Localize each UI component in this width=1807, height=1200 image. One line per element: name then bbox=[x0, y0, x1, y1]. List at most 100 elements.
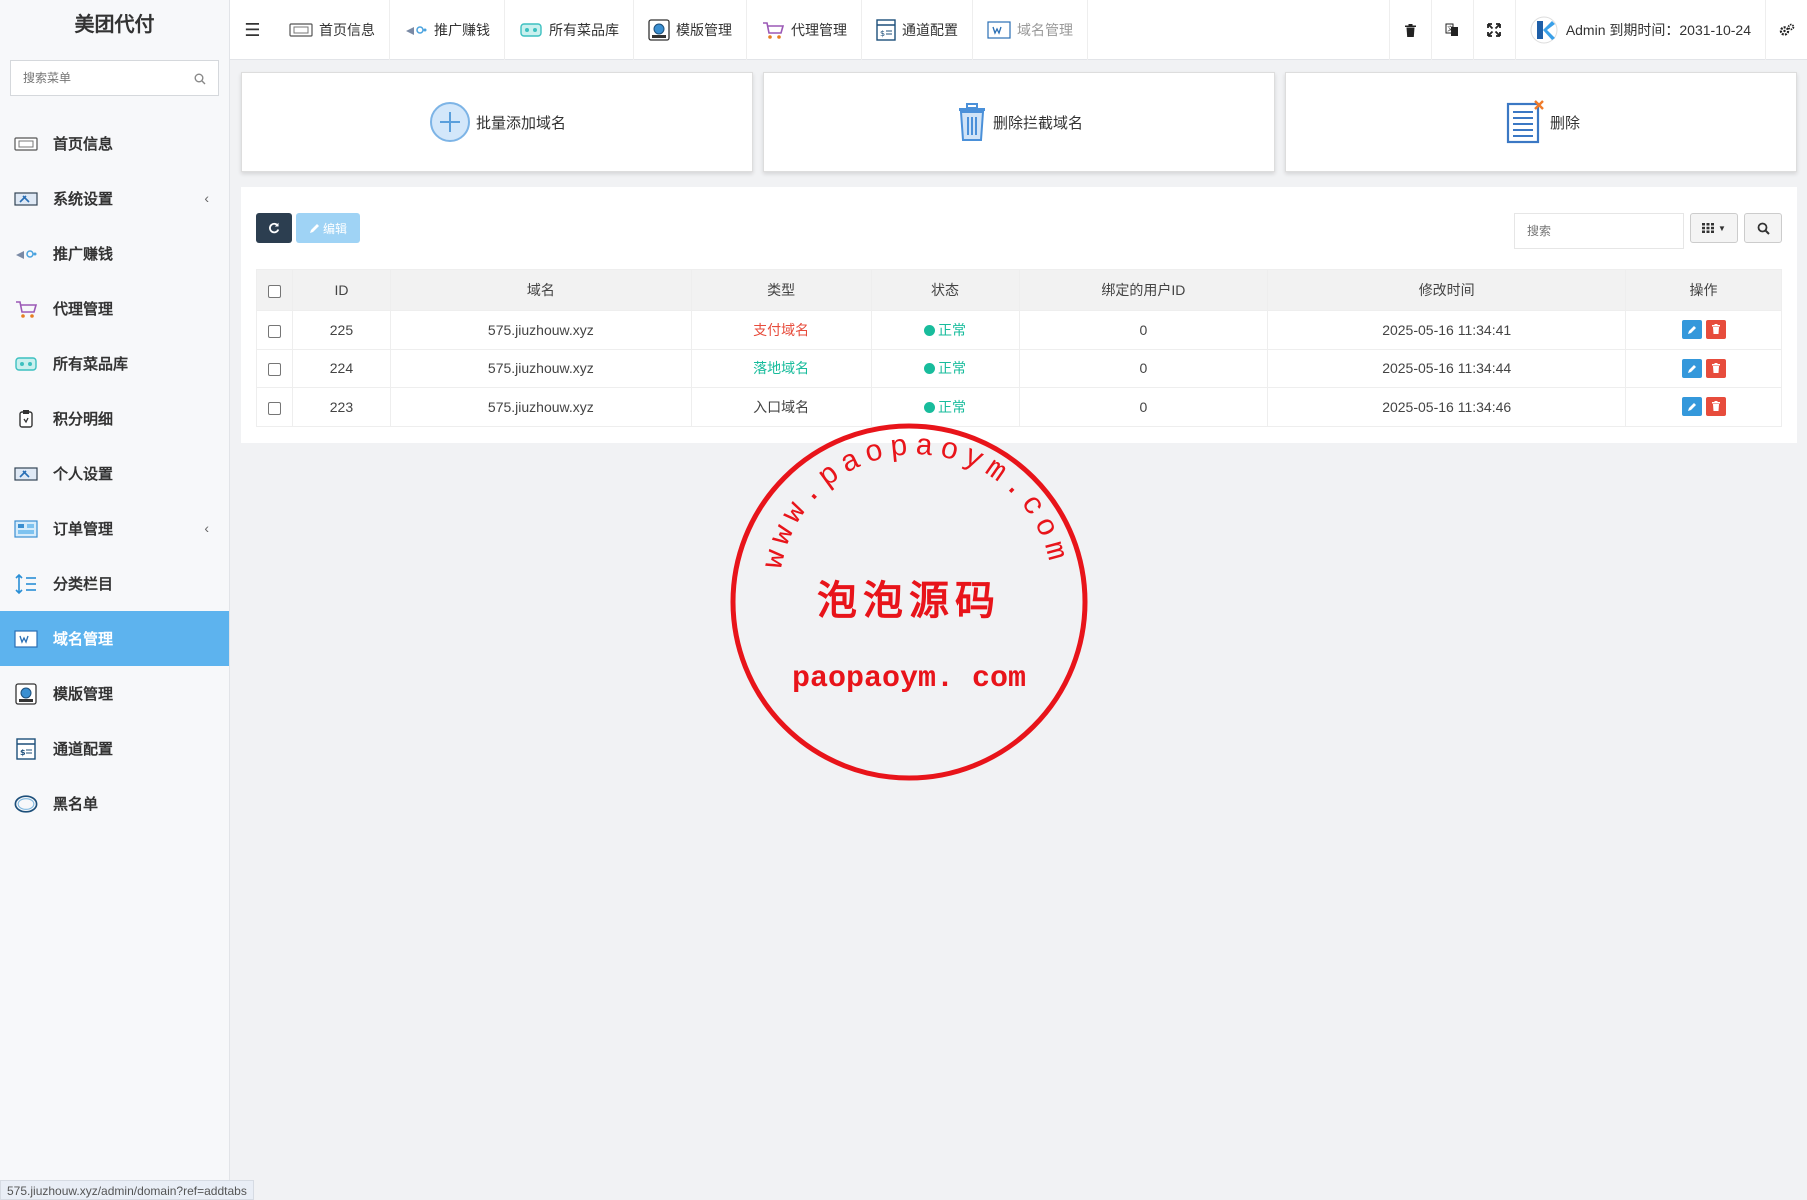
status-text: 正常 bbox=[938, 398, 967, 415]
table-row: 224 575.jiuzhouw.xyz 落地域名 正常 0 2025-05-1… bbox=[256, 348, 1782, 388]
refresh-icon bbox=[269, 222, 280, 234]
dashboard-icon bbox=[14, 133, 38, 155]
menu-search-input[interactable] bbox=[11, 61, 218, 95]
cell-modified: 2025-05-16 11:34:46 bbox=[1267, 387, 1627, 427]
table-search-input[interactable] bbox=[1515, 214, 1683, 248]
sidebar-item-home[interactable]: 首页信息 bbox=[0, 116, 229, 171]
row-edit-button[interactable] bbox=[1681, 320, 1702, 340]
column-header-id[interactable]: ID bbox=[291, 269, 391, 311]
domain-table-panel: 编辑 ▼ ID 域名 类型 状态 绑定的用户ID 修改时间 操作 bbox=[241, 187, 1797, 443]
cell-id: 224 bbox=[291, 348, 391, 388]
tab-domains[interactable]: 域名管理 bbox=[973, 0, 1088, 60]
sidebar-item-label: 分类栏目 bbox=[53, 576, 114, 593]
row-delete-button[interactable] bbox=[1705, 320, 1726, 340]
sidebar-item-points[interactable]: 积分明细 bbox=[0, 391, 229, 446]
sidebar-item-agents[interactable]: 代理管理 bbox=[0, 281, 229, 336]
sidebar-item-orders[interactable]: 订单管理 ‹ bbox=[0, 501, 229, 556]
column-header-user-id[interactable]: 绑定的用户ID bbox=[1018, 269, 1269, 311]
sidebar-item-label: 个人设置 bbox=[53, 466, 114, 483]
row-delete-button[interactable] bbox=[1705, 358, 1726, 378]
svg-text:$: $ bbox=[880, 29, 885, 38]
gears-icon[interactable] bbox=[1765, 0, 1807, 60]
action-label: 删除 bbox=[1549, 114, 1580, 132]
sidebar-item-profile[interactable]: 个人设置 bbox=[0, 446, 229, 501]
delete-domain-button[interactable]: 删除 bbox=[1285, 72, 1797, 172]
status-text: 正常 bbox=[938, 321, 967, 338]
table-search[interactable] bbox=[1514, 213, 1684, 249]
trash-icon bbox=[955, 102, 989, 142]
domain-table: ID 域名 类型 状态 绑定的用户ID 修改时间 操作 225 575.jiuz… bbox=[256, 269, 1782, 427]
clear-cache-icon[interactable] bbox=[1388, 0, 1431, 60]
cart-icon bbox=[14, 298, 38, 320]
row-checkbox[interactable] bbox=[267, 363, 281, 377]
row-edit-button[interactable] bbox=[1681, 358, 1702, 378]
sidebar-item-label: 推广赚钱 bbox=[53, 246, 114, 263]
points-icon bbox=[14, 408, 38, 430]
sidebar-item-categories[interactable]: 分类栏目 bbox=[0, 556, 229, 611]
search-icon bbox=[1757, 222, 1770, 235]
grid-icon bbox=[1702, 223, 1715, 233]
sidebar-item-label: 积分明细 bbox=[53, 411, 114, 428]
language-icon[interactable]: 文 bbox=[1430, 0, 1473, 60]
menu-toggle-icon[interactable]: ☰ bbox=[230, 0, 275, 60]
user-menu[interactable]: Admin 到期时间：2031-10-24 bbox=[1514, 0, 1765, 60]
column-header-status[interactable]: 状态 bbox=[870, 269, 1020, 311]
dishes-icon bbox=[14, 353, 38, 375]
sidebar-item-promotion[interactable]: 推广赚钱 bbox=[0, 226, 229, 281]
cell-modified: 2025-05-16 11:34:44 bbox=[1267, 348, 1627, 388]
refresh-button[interactable] bbox=[256, 213, 292, 243]
svg-text:$: $ bbox=[20, 748, 26, 757]
cell-id: 225 bbox=[291, 310, 391, 350]
status-dot-icon bbox=[924, 324, 936, 336]
sidebar-item-dishes[interactable]: 所有菜品库 bbox=[0, 336, 229, 391]
status-bar-url: 575.jiuzhouw.xyz/admin/domain?ref=addtab… bbox=[0, 1180, 254, 1200]
tab-label: 域名管理 bbox=[1017, 22, 1073, 38]
delete-blocked-domain-button[interactable]: 删除拦截域名 bbox=[763, 72, 1275, 172]
row-edit-button[interactable] bbox=[1681, 397, 1702, 417]
search-icon[interactable] bbox=[194, 72, 206, 88]
tab-templates[interactable]: 模版管理 bbox=[634, 0, 747, 60]
sidebar-item-channels[interactable]: $ 通道配置 bbox=[0, 721, 229, 776]
columns-toggle-button[interactable]: ▼ bbox=[1690, 213, 1738, 243]
column-header-domain[interactable]: 域名 bbox=[389, 269, 692, 311]
user-info-text: Admin 到期时间：2031-10-24 bbox=[1565, 22, 1751, 38]
sidebar-item-templates[interactable]: 模版管理 bbox=[0, 666, 229, 721]
sidebar-item-label: 代理管理 bbox=[53, 301, 114, 318]
sidebar-item-system-settings[interactable]: 系统设置 ‹ bbox=[0, 171, 229, 226]
edit-button[interactable]: 编辑 bbox=[296, 213, 360, 243]
tab-channels[interactable]: $ 通道配置 bbox=[862, 0, 973, 60]
batch-add-domain-button[interactable]: 批量添加域名 bbox=[241, 72, 753, 172]
row-checkbox[interactable] bbox=[267, 401, 281, 415]
sidebar-item-domains[interactable]: 域名管理 bbox=[0, 611, 229, 666]
pencil-icon bbox=[1687, 403, 1696, 412]
edit-button-label: 编辑 bbox=[322, 221, 347, 236]
cell-status: 正常 bbox=[870, 387, 1020, 427]
column-header-actions: 操作 bbox=[1625, 269, 1782, 311]
column-header-type[interactable]: 类型 bbox=[690, 269, 872, 311]
watermark-bottom-text: paopaoym. com bbox=[792, 662, 1026, 696]
sidebar-item-blacklist[interactable]: 黑名单 bbox=[0, 776, 229, 831]
document-delete-icon bbox=[1502, 98, 1546, 146]
tab-agents[interactable]: 代理管理 bbox=[747, 0, 862, 60]
domain-icon bbox=[987, 21, 1011, 39]
advanced-search-button[interactable] bbox=[1744, 213, 1782, 243]
trash-icon bbox=[1711, 401, 1720, 412]
column-header-modified[interactable]: 修改时间 bbox=[1267, 269, 1627, 311]
sidebar-menu: 首页信息 系统设置 ‹ 推广赚钱 代理管理 所有菜品库 积分明细 个人设置 订单… bbox=[0, 116, 229, 831]
chevron-left-icon: ‹ bbox=[204, 190, 209, 206]
tab-dishes[interactable]: 所有菜品库 bbox=[505, 0, 634, 60]
select-all-checkbox[interactable] bbox=[267, 284, 281, 298]
fullscreen-icon[interactable] bbox=[1472, 0, 1515, 60]
menu-search[interactable] bbox=[10, 60, 219, 96]
tab-home[interactable]: 首页信息 bbox=[275, 0, 390, 60]
promo-icon bbox=[14, 243, 38, 265]
profile-icon bbox=[14, 463, 38, 485]
channel-icon: $ bbox=[14, 737, 38, 760]
sidebar-item-label: 所有菜品库 bbox=[53, 356, 129, 373]
row-delete-button[interactable] bbox=[1705, 397, 1726, 417]
caret-down-icon: ▼ bbox=[1718, 223, 1726, 233]
cell-status: 正常 bbox=[870, 348, 1020, 388]
tab-promotion[interactable]: 推广赚钱 bbox=[390, 0, 505, 60]
brand-title: 美团代付 bbox=[74, 14, 155, 36]
row-checkbox[interactable] bbox=[267, 324, 281, 338]
